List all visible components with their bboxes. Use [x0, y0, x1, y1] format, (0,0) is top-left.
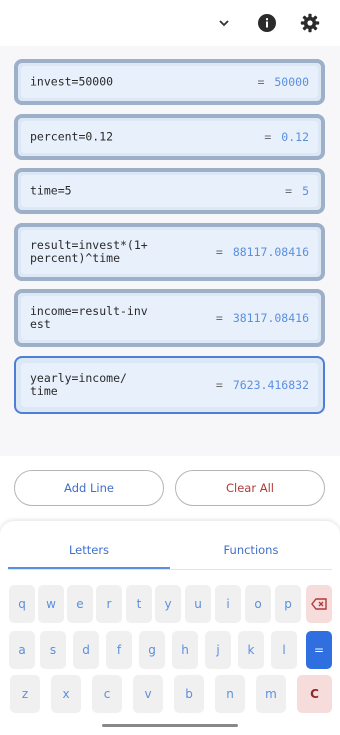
- tab-letters[interactable]: Letters: [4, 543, 174, 557]
- line-result: = 0.12: [264, 130, 309, 144]
- home-indicator[interactable]: [102, 724, 238, 727]
- line-expression[interactable]: invest=50000: [30, 75, 185, 89]
- key-u[interactable]: u: [185, 585, 211, 623]
- line-result: = 50000: [257, 75, 309, 89]
- key-t[interactable]: t: [126, 585, 152, 623]
- key-j[interactable]: j: [205, 631, 231, 669]
- top-app-bar: [0, 0, 340, 46]
- calculation-list: invest=50000 = 50000 percent=0.12 = 0.12 t…: [0, 46, 340, 456]
- calc-line[interactable]: result=invest*(1+ percent)^time = 88117.0…: [14, 223, 325, 281]
- equals-sign: =: [215, 311, 223, 325]
- result-value: 5: [302, 184, 309, 198]
- key-v[interactable]: v: [133, 675, 163, 713]
- key-m[interactable]: m: [256, 675, 286, 713]
- key-y[interactable]: y: [155, 585, 181, 623]
- line-expression[interactable]: result=invest*(1+ percent)^time: [30, 239, 185, 265]
- result-value: 88117.08416: [232, 245, 309, 259]
- equals-sign: =: [264, 130, 272, 144]
- equals-key[interactable]: =: [306, 631, 332, 669]
- line-result: = 7623.416832: [216, 378, 309, 392]
- key-a[interactable]: a: [9, 631, 35, 669]
- key-z[interactable]: z: [10, 675, 40, 713]
- clear-key[interactable]: C: [297, 675, 332, 713]
- key-x[interactable]: x: [51, 675, 81, 713]
- key-n[interactable]: n: [215, 675, 245, 713]
- key-f[interactable]: f: [106, 631, 132, 669]
- calc-line[interactable]: time=5 = 5: [14, 168, 325, 214]
- key-i[interactable]: i: [215, 585, 241, 623]
- add-line-button[interactable]: Add Line: [14, 470, 164, 506]
- key-w[interactable]: w: [38, 585, 64, 623]
- result-value: 0.12: [281, 130, 309, 144]
- key-q[interactable]: q: [9, 585, 35, 623]
- keyboard-tabs: Letters Functions: [0, 521, 340, 571]
- key-b[interactable]: b: [174, 675, 204, 713]
- line-expression[interactable]: time=5: [30, 184, 185, 198]
- key-e[interactable]: e: [67, 585, 93, 623]
- key-s[interactable]: s: [40, 631, 66, 669]
- settings-icon[interactable]: [299, 12, 321, 34]
- calc-line[interactable]: percent=0.12 = 0.12: [14, 114, 325, 160]
- line-expression[interactable]: yearly=income/ time: [30, 372, 185, 398]
- equals-sign: =: [285, 184, 293, 198]
- key-l[interactable]: l: [271, 631, 297, 669]
- result-value: 7623.416832: [232, 378, 309, 392]
- info-icon[interactable]: [256, 12, 278, 34]
- backspace-key[interactable]: [306, 585, 332, 623]
- equals-sign: =: [215, 245, 223, 259]
- key-h[interactable]: h: [172, 631, 198, 669]
- line-expression[interactable]: percent=0.12: [30, 130, 185, 144]
- result-value: 38117.08416: [232, 311, 309, 325]
- calc-line[interactable]: income=result-inv est = 38117.08416: [14, 289, 325, 347]
- key-p[interactable]: p: [275, 585, 301, 623]
- chevron-down-icon[interactable]: [213, 12, 235, 34]
- key-o[interactable]: o: [245, 585, 271, 623]
- line-result: = 88117.08416: [216, 245, 309, 259]
- key-g[interactable]: g: [139, 631, 165, 669]
- line-result: = 5: [285, 184, 309, 198]
- line-expression[interactable]: income=result-inv est: [30, 305, 185, 331]
- tab-functions[interactable]: Functions: [166, 543, 336, 557]
- result-value: 50000: [274, 75, 309, 89]
- backspace-icon: [311, 598, 327, 610]
- calculator-keyboard: Letters Functions q w e r t y u i o p a …: [0, 521, 340, 735]
- clear-all-button[interactable]: Clear All: [175, 470, 325, 506]
- tabs-divider: [8, 569, 332, 570]
- calc-line-active[interactable]: yearly=income/ time = 7623.416832: [14, 356, 325, 414]
- line-result: = 38117.08416: [216, 311, 309, 325]
- key-r[interactable]: r: [96, 585, 122, 623]
- key-k[interactable]: k: [238, 631, 264, 669]
- equals-sign: =: [257, 75, 265, 89]
- action-bar: Add Line Clear All: [0, 456, 340, 521]
- key-d[interactable]: d: [73, 631, 99, 669]
- calc-line[interactable]: invest=50000 = 50000: [14, 59, 325, 105]
- equals-sign: =: [215, 378, 223, 392]
- key-c[interactable]: c: [92, 675, 122, 713]
